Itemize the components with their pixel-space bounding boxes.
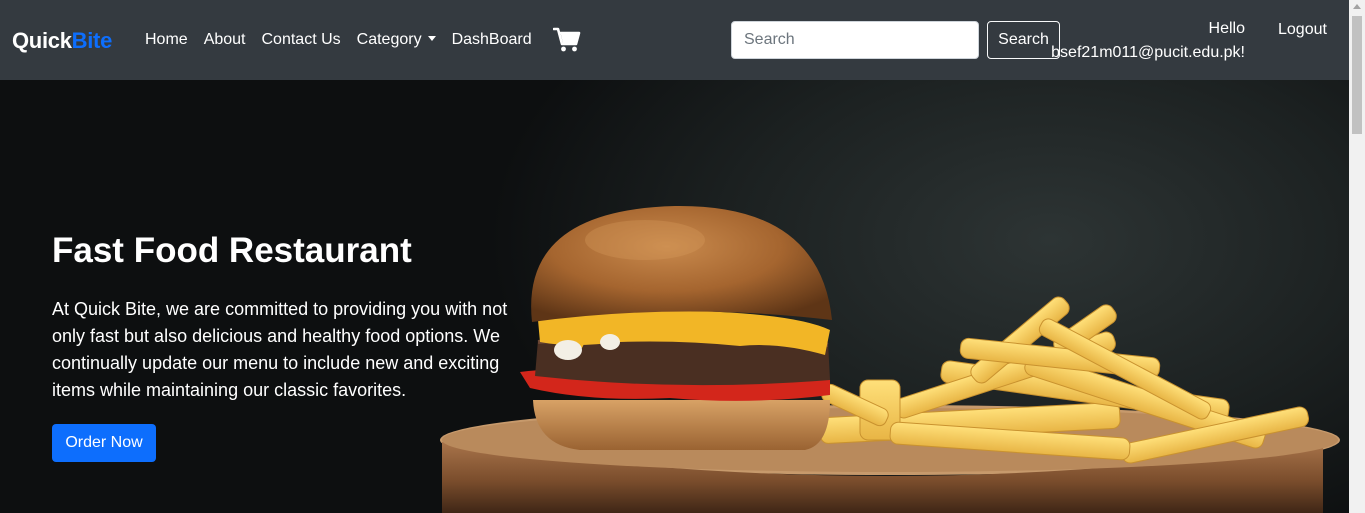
shopping-cart-icon[interactable] xyxy=(553,27,581,53)
search-input[interactable] xyxy=(731,21,979,59)
order-now-button[interactable]: Order Now xyxy=(52,424,156,462)
greeting-label: Hello xyxy=(1208,20,1245,37)
burger-and-fries-image xyxy=(440,205,1340,513)
hero-description: At Quick Bite, we are committed to provi… xyxy=(52,299,508,400)
page-scrollbar[interactable] xyxy=(1349,0,1365,513)
brand-part-1: Quick xyxy=(12,28,72,53)
user-greeting: Hello bsef21m011@pucit.edu.pk! xyxy=(1051,18,1245,64)
user-email: bsef21m011@pucit.edu.pk! xyxy=(1051,44,1245,61)
navbar: QuickBite Home About Contact Us Category… xyxy=(0,0,1349,80)
scrollbar-thumb[interactable] xyxy=(1352,16,1362,134)
brand-logo[interactable]: QuickBite xyxy=(12,27,112,55)
logout-link[interactable]: Logout xyxy=(1278,19,1327,41)
nav-dashboard-link[interactable]: DashBoard xyxy=(452,29,532,51)
nav-category-label: Category xyxy=(356,31,422,48)
nav-category-dropdown[interactable]: Category xyxy=(357,29,436,51)
scroll-up-arrow-icon[interactable] xyxy=(1353,4,1361,9)
brand-part-2: Bite xyxy=(71,28,113,53)
nav-links: Home About Contact Us Category DashBoard xyxy=(145,29,548,51)
hero-title: Fast Food Restaurant xyxy=(52,231,412,270)
nav-about-link[interactable]: About xyxy=(204,29,246,51)
nav-home-link[interactable]: Home xyxy=(145,29,188,51)
caret-down-icon xyxy=(427,36,436,41)
hero-section: Fast Food Restaurant At Quick Bite, we a… xyxy=(0,80,1349,513)
search-button[interactable]: Search xyxy=(987,21,1060,59)
nav-contact-link[interactable]: Contact Us xyxy=(262,29,341,51)
